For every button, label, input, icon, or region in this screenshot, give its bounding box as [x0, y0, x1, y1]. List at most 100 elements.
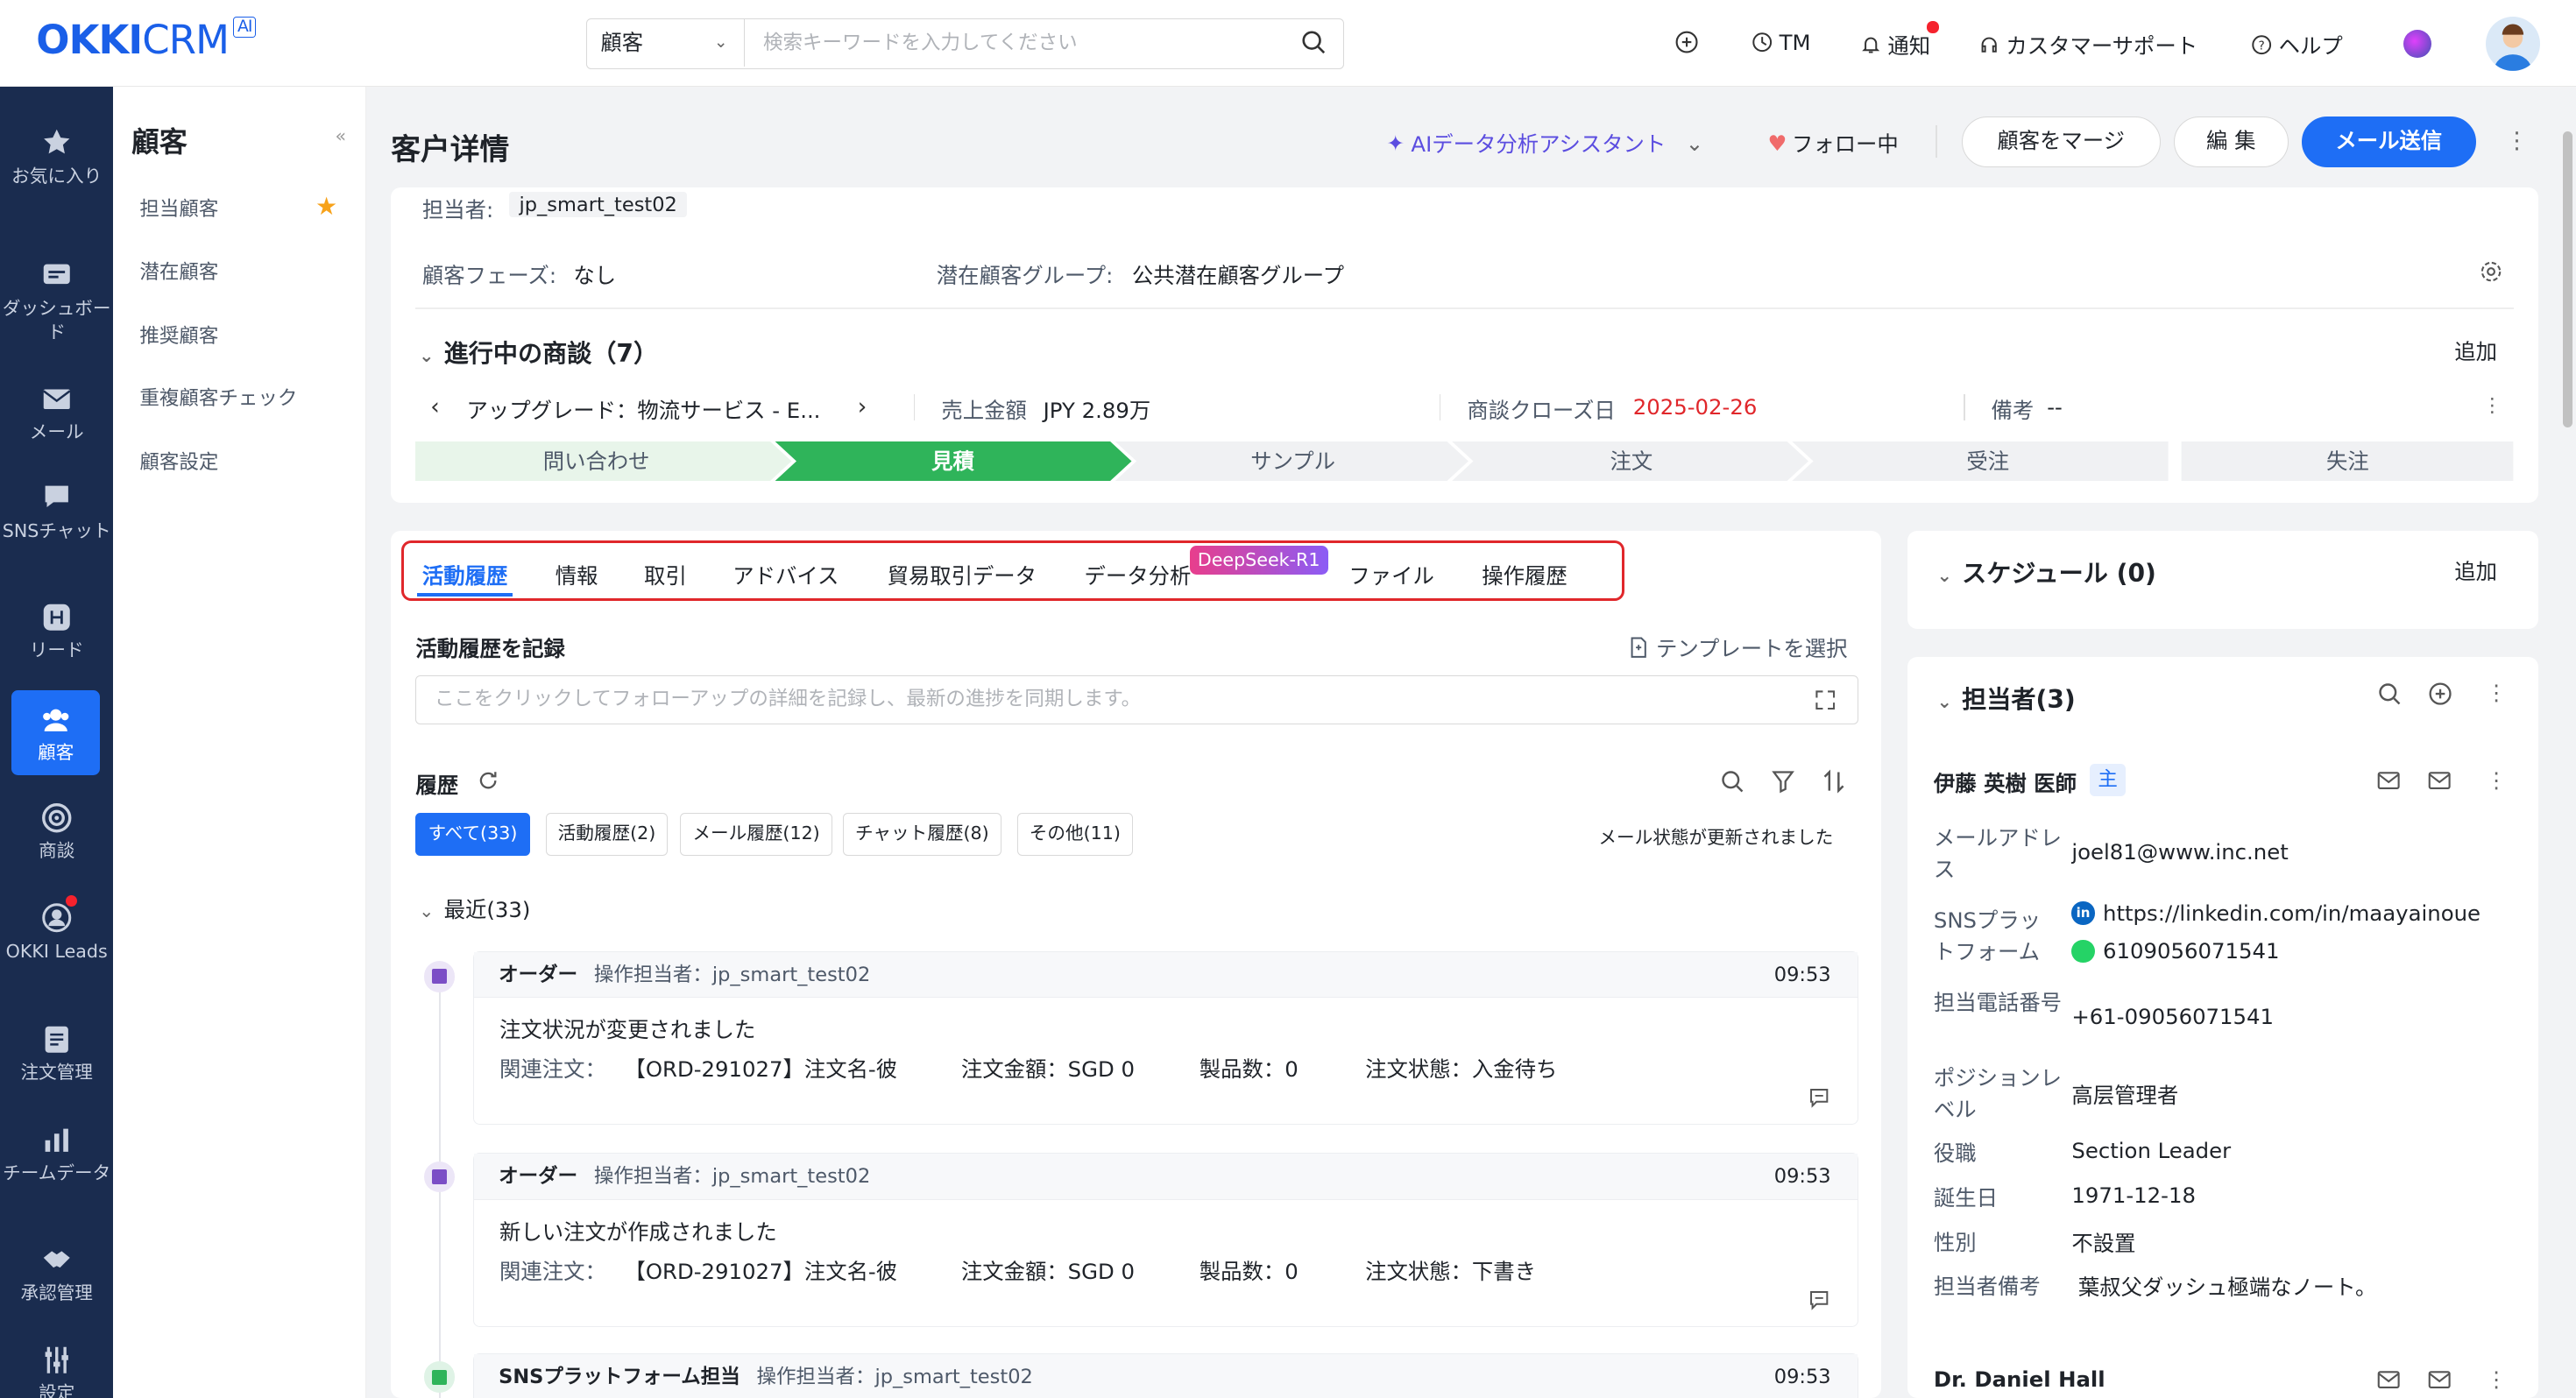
- filter-mail[interactable]: メール履歴(12): [680, 813, 832, 856]
- ai-assistant-icon[interactable]: [2403, 29, 2431, 58]
- subnav-item-duplicate-check[interactable]: 重複顧客チェック: [139, 383, 297, 411]
- nav-orders[interactable]: 注文管理: [0, 1023, 113, 1084]
- nav-settings[interactable]: 設定: [0, 1344, 113, 1398]
- stage-lost[interactable]: 失注: [2182, 441, 2514, 481]
- tab-trade[interactable]: 取引: [644, 560, 687, 590]
- nav-deals[interactable]: 商談: [0, 801, 113, 862]
- tab-operation-log[interactable]: 操作履歴: [1482, 560, 1567, 590]
- tab-activity[interactable]: 活動履歴: [422, 560, 507, 590]
- filter-activity[interactable]: 活動履歴(2): [545, 813, 669, 856]
- mail-edit-icon[interactable]: [2377, 1368, 2402, 1391]
- contact-name[interactable]: 伊藤 英樹 医師: [1934, 767, 2077, 798]
- deals-section-title[interactable]: ⌄ 進行中の商談（7）: [419, 334, 658, 370]
- mail-icon[interactable]: [2428, 1368, 2452, 1391]
- star-icon: [44, 130, 70, 154]
- add-contact-icon[interactable]: [2428, 681, 2452, 706]
- search-icon[interactable]: [1300, 29, 1327, 55]
- field-value-linkedin[interactable]: https://linkedin.com/in/maayainoue: [2103, 900, 2480, 926]
- deal-name[interactable]: アップグレード：物流サービス - E...: [467, 394, 821, 425]
- nav-dashboard[interactable]: ダッシュボード: [0, 259, 113, 343]
- tab-data-analysis[interactable]: データ分析: [1085, 560, 1192, 590]
- contact-search-icon[interactable]: [2377, 681, 2402, 706]
- help-button[interactable]: ? ヘルプ: [2251, 30, 2343, 60]
- send-mail-button[interactable]: メール送信: [2301, 116, 2476, 168]
- prev-deal-icon[interactable]: ‹: [430, 394, 440, 420]
- add-schedule-button[interactable]: 追加: [2454, 555, 2497, 586]
- nav-mail[interactable]: メール: [0, 383, 113, 443]
- nav-leads[interactable]: リード: [0, 601, 113, 661]
- filter-chat[interactable]: チャット履歴(8): [842, 813, 1001, 856]
- refresh-icon[interactable]: [477, 769, 499, 792]
- comment-icon[interactable]: [1808, 1289, 1829, 1310]
- filter-other[interactable]: その他(11): [1016, 813, 1134, 856]
- mail-icon[interactable]: [2428, 769, 2452, 792]
- stage-sample[interactable]: サンプル: [1125, 441, 1461, 481]
- user-avatar[interactable]: [2485, 16, 2540, 71]
- contacts-title[interactable]: ⌄ 担当者(3): [1937, 680, 2076, 716]
- filter-all[interactable]: すべて(33): [415, 813, 530, 856]
- mail-edit-icon[interactable]: [2377, 769, 2402, 792]
- recent-group-toggle[interactable]: ⌄ 最近(33): [419, 893, 530, 924]
- history-search-icon[interactable]: [1720, 769, 1744, 794]
- order-amount: 注文金額：SGD 0: [960, 1258, 1136, 1284]
- tab-files[interactable]: ファイル: [1348, 560, 1433, 590]
- related-order-link[interactable]: 【ORD-291027】注文名-彼: [625, 1255, 898, 1286]
- page-scrollbar[interactable]: [2563, 131, 2573, 427]
- stage-order[interactable]: 注文: [1462, 441, 1801, 481]
- favorite-star-icon[interactable]: ★: [315, 192, 337, 221]
- schedule-title[interactable]: ⌄ スケジュール (0): [1937, 554, 2156, 590]
- divider: [1935, 124, 1937, 158]
- contact-name[interactable]: Dr. Daniel Hall: [1934, 1366, 2105, 1392]
- entry-title: 新しい注文が作成されました: [499, 1218, 777, 1245]
- nav-sns-chat[interactable]: SNSチャット: [0, 481, 113, 541]
- contact-more-icon[interactable]: ⋮: [2486, 767, 2507, 793]
- field-value-whatsapp[interactable]: 6109056071541: [2103, 938, 2279, 964]
- contacts-more-icon[interactable]: ⋮: [2486, 680, 2507, 705]
- subnav-item-potential[interactable]: 潜在顧客: [139, 257, 218, 285]
- tab-info[interactable]: 情報: [556, 560, 598, 590]
- ai-analysis-button[interactable]: ✦ AIデータ分析アシスタント ⌄: [1387, 128, 1704, 159]
- notification-button[interactable]: 通知: [1860, 30, 1930, 60]
- tm-button[interactable]: TM: [1752, 30, 1811, 55]
- edit-button[interactable]: 編 集: [2173, 116, 2289, 168]
- nav-approval[interactable]: 承認管理: [0, 1243, 113, 1303]
- field-value-phone[interactable]: +61-09056071541: [2071, 1004, 2274, 1029]
- stage-quote[interactable]: 見積: [781, 441, 1126, 481]
- tab-advice[interactable]: アドバイス: [732, 560, 839, 590]
- nav-customers[interactable]: 顧客: [11, 689, 101, 775]
- subnav-item-settings[interactable]: 顧客設定: [139, 447, 218, 475]
- merge-customer-button[interactable]: 顧客をマージ: [1961, 116, 2161, 168]
- search-input[interactable]: [747, 18, 1289, 67]
- contact-more-icon[interactable]: ⋮: [2486, 1366, 2507, 1392]
- search-category-select[interactable]: 顧客 ⌄: [587, 18, 746, 67]
- expand-icon[interactable]: [1815, 689, 1836, 710]
- subnav-item-recommended[interactable]: 推奨顧客: [139, 321, 218, 349]
- collapse-icon[interactable]: «: [336, 125, 347, 146]
- gear-icon[interactable]: [2479, 259, 2503, 284]
- history-entry[interactable]: SNSプラットフォーム担当 操作担当者：jp_smart_test02 09:53: [473, 1353, 1858, 1398]
- lead-icon: [43, 604, 70, 631]
- next-deal-icon[interactable]: ›: [858, 394, 867, 420]
- subnav-item-owned[interactable]: 担当顧客: [139, 194, 218, 222]
- nav-team-data[interactable]: チームデータ: [0, 1124, 113, 1184]
- sort-icon[interactable]: [1822, 769, 1846, 794]
- add-icon[interactable]: [1674, 30, 1699, 54]
- related-order-link[interactable]: 【ORD-291027】注文名-彼: [625, 1053, 898, 1084]
- filter-icon[interactable]: [1771, 769, 1795, 794]
- deal-more-icon[interactable]: ⋮: [2482, 394, 2502, 417]
- select-template-button[interactable]: テンプレートを選択: [1628, 632, 1848, 663]
- stage-inquiry[interactable]: 問い合わせ: [415, 441, 777, 481]
- add-deal-button[interactable]: 追加: [2454, 335, 2497, 366]
- follow-button[interactable]: ♥ フォロー中: [1768, 128, 1899, 159]
- nav-okki-leads[interactable]: OKKI Leads: [0, 901, 113, 962]
- stage-won[interactable]: 受注: [1808, 441, 2169, 481]
- phase-label: 顧客フェーズ:: [421, 263, 557, 289]
- nav-favorites[interactable]: お気に入り: [0, 126, 113, 187]
- comment-icon[interactable]: [1808, 1087, 1829, 1108]
- tab-trade-data[interactable]: 貿易取引データ: [888, 560, 1037, 590]
- record-activity-input[interactable]: ここをクリックしてフォローアップの詳細を記録し、最新の進捗を同期します。: [415, 674, 1858, 724]
- more-icon[interactable]: ⋮: [2505, 128, 2528, 154]
- app-logo[interactable]: OKKICRM AI: [36, 16, 257, 63]
- support-button[interactable]: カスタマーサポート: [1978, 30, 2197, 60]
- field-value-email[interactable]: joel81@www.inc.net: [2071, 839, 2288, 865]
